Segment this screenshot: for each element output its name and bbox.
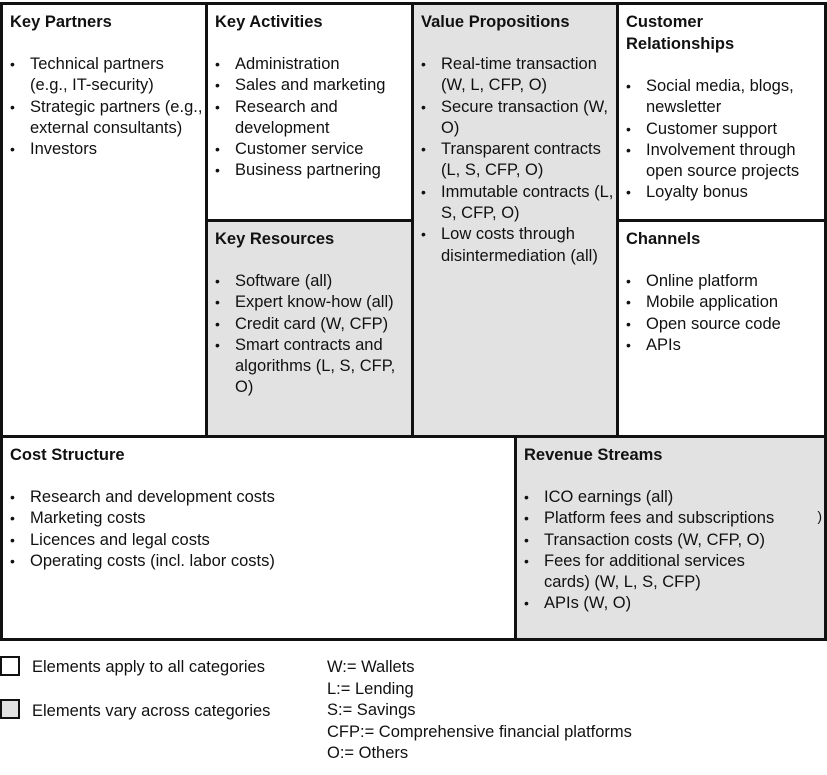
abbreviation-list: W:= Wallets L:= Lending S:= Savings CFP:… bbox=[327, 657, 632, 765]
list-item: Smart contracts and algorithms (L, S, CF… bbox=[215, 335, 409, 399]
key-resources-list: Software (all) Expert know-how (all) Cre… bbox=[208, 271, 413, 399]
channels-title: Channels bbox=[626, 230, 701, 248]
list-item: Software (all) bbox=[215, 271, 409, 293]
key-partners-list: Technical partners (e.g., IT-security) S… bbox=[3, 54, 207, 161]
list-item: Transparent contracts (L, S, CFP, O) bbox=[421, 139, 614, 182]
list-item: Loyalty bonus bbox=[626, 182, 820, 204]
abbreviation-item: L:= Lending bbox=[327, 679, 414, 698]
list-item: Customer service bbox=[215, 139, 409, 161]
customer-relationships-title: Customer Relationships bbox=[626, 13, 735, 53]
stray-glyph: ) bbox=[817, 508, 822, 524]
list-item: Online platform bbox=[626, 271, 820, 293]
list-item: Open source code bbox=[626, 314, 820, 336]
legend-swatch-vary bbox=[0, 699, 20, 719]
key-activities-block: Key Activities Administration Sales and … bbox=[205, 2, 416, 222]
list-item: Immutable contracts (L, S, CFP, O) bbox=[421, 182, 614, 225]
list-item: Involvement through open source projects bbox=[626, 140, 820, 183]
list-item: Marketing costs bbox=[10, 508, 512, 530]
revenue-streams-block: Revenue Streams ICO earnings (all) Platf… bbox=[514, 435, 827, 641]
list-item: Transaction costs (W, CFP, O) bbox=[524, 530, 794, 552]
customer-relationships-block: Customer Relationships Social media, blo… bbox=[616, 2, 827, 222]
list-item: Investors bbox=[10, 139, 203, 161]
key-partners-block: Key Partners Technical partners (e.g., I… bbox=[0, 2, 210, 440]
cost-structure-title: Cost Structure bbox=[10, 446, 125, 464]
key-activities-list: Administration Sales and marketing Resea… bbox=[208, 54, 413, 182]
channels-list: Online platform Mobile application Open … bbox=[619, 271, 824, 356]
list-item: Secure transaction (W, O) bbox=[421, 97, 614, 140]
list-item: Strategic partners (e.g., external consu… bbox=[10, 97, 203, 140]
list-item: Research and development bbox=[215, 97, 409, 140]
list-item: APIs bbox=[626, 335, 820, 357]
list-item: Real-time transaction (W, L, CFP, O) bbox=[421, 54, 614, 97]
list-item: Business partnering bbox=[215, 160, 409, 182]
list-item: Low costs through disintermediation (all… bbox=[421, 224, 614, 267]
value-propositions-title: Value Propositions bbox=[421, 13, 570, 31]
list-item: Research and development costs bbox=[10, 487, 512, 509]
list-item: Sales and marketing bbox=[215, 75, 409, 97]
channels-block: Channels Online platform Mobile applicat… bbox=[616, 219, 827, 440]
list-item: Customer support bbox=[626, 119, 820, 141]
legend-label-all: Elements apply to all categories bbox=[32, 658, 265, 676]
list-item: Expert know-how (all) bbox=[215, 292, 409, 314]
value-propositions-block: Value Propositions Real-time transaction… bbox=[411, 2, 621, 440]
list-item: Administration bbox=[215, 54, 409, 76]
revenue-streams-list: ICO earnings (all) Platform fees and sub… bbox=[517, 487, 798, 615]
key-activities-title: Key Activities bbox=[215, 13, 323, 31]
list-item: Fees for additional services cards) (W, … bbox=[524, 551, 794, 594]
abbreviation-item: O:= Others bbox=[327, 744, 409, 762]
key-partners-title: Key Partners bbox=[10, 13, 112, 31]
list-item: Credit card (W, CFP) bbox=[215, 314, 409, 336]
list-item: APIs (W, O) bbox=[524, 593, 794, 615]
revenue-streams-title: Revenue Streams bbox=[524, 446, 663, 464]
legend-label-vary: Elements vary across categories bbox=[32, 702, 271, 720]
key-resources-title: Key Resources bbox=[215, 230, 335, 248]
cost-structure-list: Research and development costs Marketing… bbox=[3, 487, 516, 572]
key-resources-block: Key Resources Software (all) Expert know… bbox=[205, 219, 416, 440]
list-item: Licences and legal costs bbox=[10, 530, 512, 552]
customer-relationships-list: Social media, blogs, newsletter Customer… bbox=[619, 76, 824, 204]
value-propositions-list: Real-time transaction (W, L, CFP, O) Sec… bbox=[414, 54, 618, 267]
legend-swatch-all bbox=[0, 656, 20, 676]
list-item: Social media, blogs, newsletter bbox=[626, 76, 820, 119]
abbreviation-item: W:= Wallets bbox=[327, 658, 415, 676]
cost-structure-block: Cost Structure Research and development … bbox=[0, 435, 519, 641]
abbreviation-item: S:= Savings bbox=[327, 701, 416, 719]
list-item: Technical partners (e.g., IT-security) bbox=[10, 54, 203, 97]
list-item: Platform fees and subscriptions bbox=[524, 508, 794, 530]
list-item: Mobile application bbox=[626, 292, 820, 314]
list-item: Operating costs (incl. labor costs) bbox=[10, 551, 512, 573]
list-item: ICO earnings (all) bbox=[524, 487, 794, 509]
abbreviation-item: CFP:= Comprehensive financial platforms bbox=[327, 722, 632, 741]
